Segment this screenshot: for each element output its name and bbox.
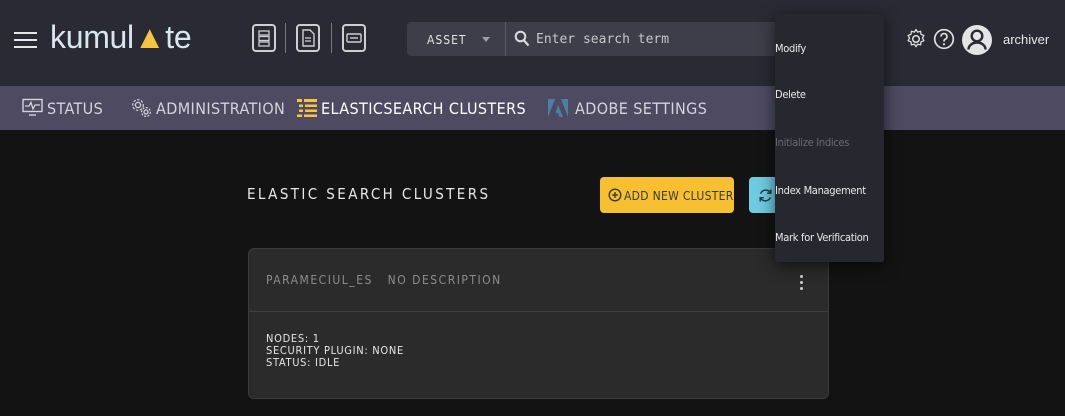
nav-label: STATUS (47, 99, 104, 118)
nav-label: ADOBE SETTINGS (575, 99, 708, 118)
settings-gear-icon[interactable] (905, 28, 927, 50)
keyboard-icon[interactable] (342, 24, 366, 52)
adobe-icon (548, 99, 568, 117)
chevron-down-icon (482, 37, 490, 42)
search-scope-select[interactable]: ASSET (407, 22, 505, 56)
menu-item-delete[interactable]: Delete (775, 72, 884, 118)
gears-icon (132, 99, 152, 118)
cluster-card: PARAMECIUL_ES NO DESCRIPTION NODES: 1 SE… (248, 248, 829, 399)
server-icon[interactable] (252, 24, 276, 52)
menu-item-label: Index Management (775, 184, 866, 197)
menu-item-index-management[interactable]: Index Management (775, 168, 884, 214)
nav-label: ADMINISTRATION (156, 99, 286, 118)
menu-item-label: Modify (775, 42, 806, 55)
nav-item-adobe-settings[interactable]: ADOBE SETTINGS (545, 86, 720, 130)
add-circle-icon (608, 188, 622, 202)
toolbar-divider (331, 23, 332, 53)
logo-text-start: kumul (50, 19, 134, 55)
avatar[interactable] (962, 25, 992, 55)
menu-item-label: Delete (775, 88, 806, 101)
nav-item-status[interactable]: STATUS (0, 86, 120, 130)
menu-item-initialize-indices: Initialize Indices (775, 120, 884, 166)
search-input[interactable] (536, 29, 776, 49)
app-logo[interactable]: kumul▲te (50, 19, 192, 59)
cluster-status: STATUS: IDLE (266, 356, 341, 369)
menu-item-label: Initialize Indices (775, 136, 850, 149)
list-icon (297, 99, 317, 117)
menu-item-label: Mark for Verification (775, 231, 869, 244)
search-icon (514, 30, 530, 47)
nav-label: ELASTICSEARCH CLUSTERS (321, 99, 527, 118)
page-title: ELASTIC SEARCH CLUSTERS (247, 185, 491, 203)
top-bar: kumul▲te ASSET Enter search term archive… (0, 0, 1065, 86)
cluster-card-header: PARAMECIUL_ES NO DESCRIPTION (249, 249, 828, 312)
hamburger-menu-icon[interactable] (14, 30, 37, 49)
menu-item-mark-for-verification[interactable]: Mark for Verification (775, 215, 884, 261)
menu-item-modify[interactable]: Modify (775, 26, 884, 72)
refresh-icon (759, 189, 772, 202)
cluster-actions-menu: Modify Delete Initialize Indices Index M… (775, 14, 884, 262)
logo-text-end: te (165, 19, 192, 55)
cluster-details: NODES: 1 SECURITY PLUGIN: NONE STATUS: I… (266, 333, 404, 369)
add-new-cluster-label: ADD NEW CLUSTER (624, 189, 734, 203)
add-new-cluster-button[interactable]: ADD NEW CLUSTER (600, 177, 734, 213)
user-icon (967, 29, 987, 50)
help-icon[interactable] (933, 28, 955, 50)
logo-a-glyph: ▲ (133, 19, 166, 55)
search-scope-label: ASSET (427, 33, 467, 47)
toolbar-divider (285, 23, 286, 53)
nav-item-elasticsearch-clusters[interactable]: ELASTICSEARCH CLUSTERS (290, 86, 535, 130)
nav-item-administration[interactable]: ADMINISTRATION (124, 86, 286, 130)
document-icon[interactable] (296, 24, 320, 52)
cluster-description: NO DESCRIPTION (387, 273, 502, 287)
cluster-name: PARAMECIUL_ES NO DESCRIPTION (266, 273, 502, 287)
monitor-icon (22, 98, 43, 116)
cluster-name-text: PARAMECIUL_ES (266, 273, 373, 287)
username-label[interactable]: archiver (1003, 32, 1049, 47)
search-box (505, 22, 790, 56)
kebab-menu-icon[interactable] (798, 272, 804, 292)
nav-bar: STATUS ADMINISTRATION ELASTICSEARCH CLUS… (0, 86, 1065, 130)
